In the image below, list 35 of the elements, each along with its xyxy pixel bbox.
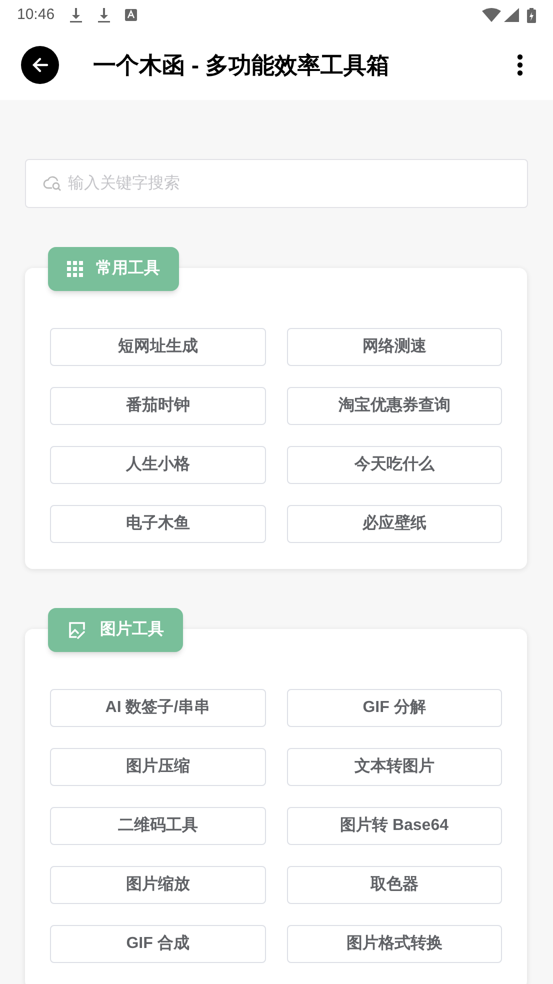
wifi-icon	[482, 8, 501, 22]
tool-button[interactable]: 图片格式转换	[286, 925, 502, 963]
tool-button[interactable]: GIF 合成	[50, 925, 266, 963]
tool-button[interactable]: GIF 分解	[286, 689, 502, 727]
tool-button[interactable]: 今天吃什么	[286, 446, 502, 484]
tool-button[interactable]: 网络测速	[286, 328, 502, 366]
tool-button[interactable]: 必应壁纸	[286, 505, 502, 543]
tool-button[interactable]: 图片转 Base64	[286, 807, 502, 845]
tool-button[interactable]: 人生小格	[50, 446, 266, 484]
tool-button[interactable]: 图片压缩	[50, 748, 266, 786]
section-title: 常用工具	[96, 258, 160, 279]
tool-button[interactable]: 文本转图片	[286, 748, 502, 786]
tool-button[interactable]: 番茄时钟	[50, 387, 266, 425]
app-title: 一个木函 - 多功能效率工具箱	[93, 50, 390, 80]
download-icon	[68, 7, 83, 23]
status-time: 10:46	[17, 4, 55, 25]
tool-button[interactable]: 取色器	[286, 866, 502, 904]
search-field[interactable]: 输入关键字搜索	[25, 159, 528, 208]
grid-icon	[67, 261, 83, 277]
cloud-search-icon	[43, 175, 63, 191]
back-arrow-icon	[31, 56, 49, 74]
signal-icon	[504, 8, 519, 22]
battery-icon	[527, 8, 536, 22]
more-icon	[517, 54, 523, 76]
section-title: 图片工具	[100, 620, 164, 640]
back-button[interactable]	[21, 46, 59, 84]
tool-button[interactable]: AI 数签子/串串	[50, 689, 266, 727]
tool-button[interactable]: 短网址生成	[50, 328, 266, 366]
tool-button[interactable]: 图片缩放	[50, 866, 266, 904]
tool-button[interactable]: 淘宝优惠券查询	[286, 387, 502, 425]
tool-button[interactable]: 二维码工具	[50, 807, 266, 845]
image-edit-icon	[67, 620, 87, 640]
keyboard-icon	[124, 9, 137, 21]
tool-button[interactable]: 电子木鱼	[50, 505, 266, 543]
download-icon	[96, 7, 111, 23]
